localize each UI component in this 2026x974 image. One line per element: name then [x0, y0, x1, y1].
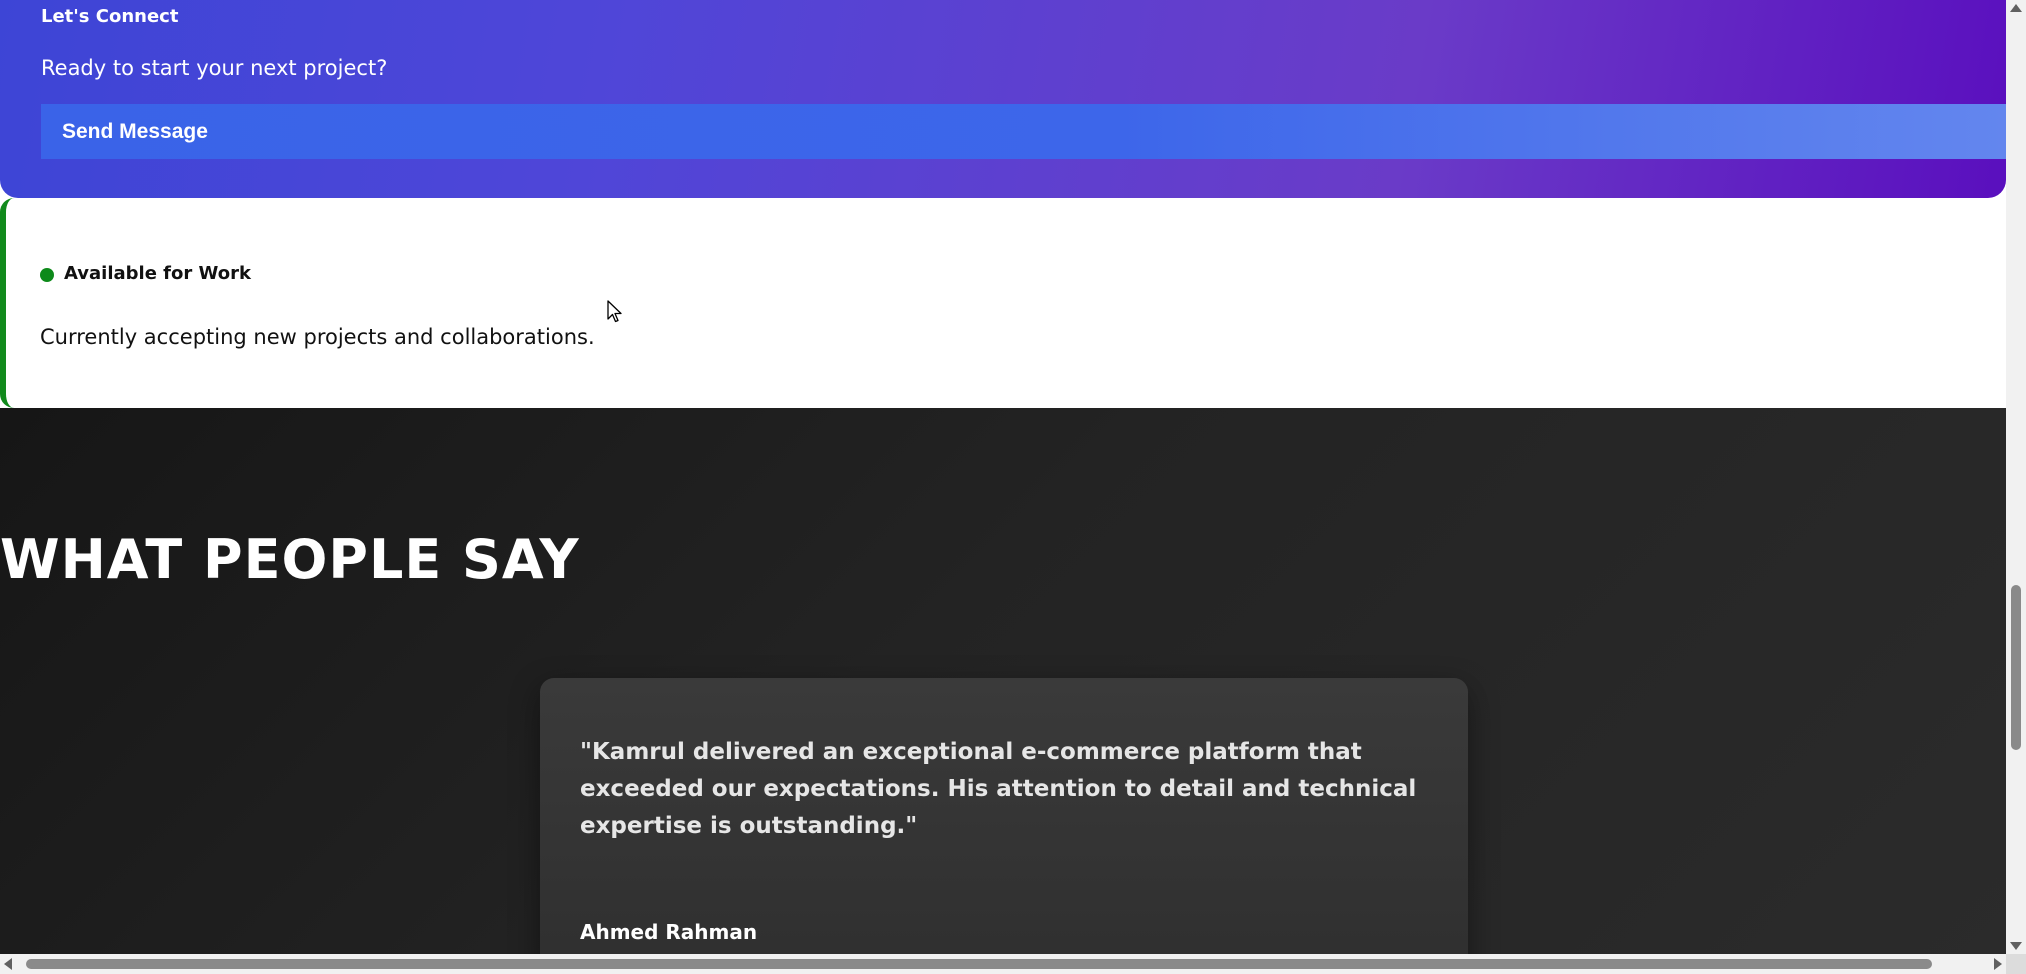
availability-card: Available for Work Currently accepting n… [0, 198, 2006, 408]
availability-description: Currently accepting new projects and col… [40, 325, 595, 349]
availability-status: Available for Work [64, 263, 251, 284]
contact-section: Let's Connect Ready to start your next p… [0, 0, 2006, 198]
vertical-scroll-thumb[interactable] [2011, 585, 2021, 750]
send-message-button[interactable]: Send Message [41, 104, 2006, 159]
horizontal-scroll-thumb[interactable] [26, 959, 1932, 969]
contact-subtitle: Ready to start your next project? [41, 56, 388, 80]
contact-title: Let's Connect [41, 6, 179, 27]
testimonial-quote: "Kamrul delivered an exceptional e-comme… [580, 739, 1417, 839]
scroll-left-arrow-icon[interactable] [4, 958, 12, 970]
vertical-scrollbar[interactable] [2006, 0, 2026, 954]
scroll-down-arrow-icon[interactable] [2010, 942, 2022, 950]
horizontal-scrollbar[interactable] [0, 954, 2006, 974]
scrollbar-corner [2006, 954, 2026, 974]
scroll-up-arrow-icon[interactable] [2010, 4, 2022, 12]
testimonial-author: Ahmed Rahman [580, 920, 758, 944]
page-viewport: Let's Connect Ready to start your next p… [0, 0, 2006, 954]
testimonials-section: WHAT PEOPLE SAY "Kamrul delivered an exc… [0, 408, 2006, 954]
scroll-right-arrow-icon[interactable] [1994, 958, 2002, 970]
testimonial-card: "Kamrul delivered an exceptional e-comme… [540, 678, 1468, 954]
status-dot-icon [40, 268, 54, 282]
mouse-pointer-icon [607, 300, 622, 323]
testimonials-heading: WHAT PEOPLE SAY [0, 528, 580, 591]
